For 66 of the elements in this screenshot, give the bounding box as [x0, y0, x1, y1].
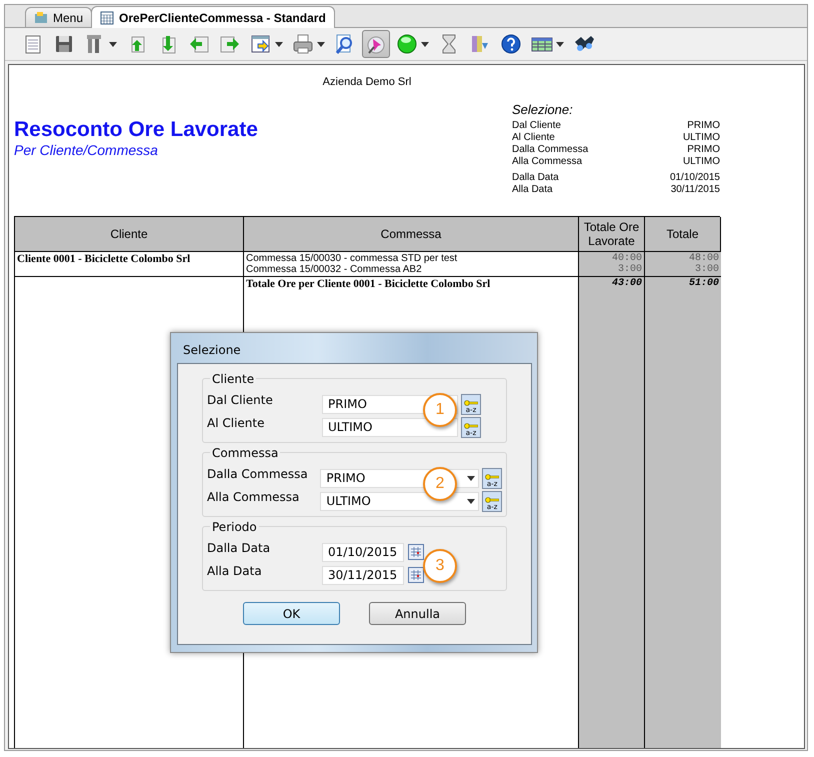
- selection-label: Al Cliente: [512, 132, 555, 144]
- caret-icon: [467, 476, 476, 480]
- field-label: Dal Cliente: [207, 393, 274, 407]
- callout-number: 3: [423, 549, 457, 583]
- menu-icon: [34, 10, 48, 24]
- selection-value: 30/11/2015: [670, 184, 720, 196]
- selection-value: ULTIMO: [682, 156, 720, 168]
- selection-label: Alla Data: [512, 184, 553, 196]
- calendar-icon[interactable]: [408, 544, 424, 560]
- column-header: Cliente: [15, 217, 244, 252]
- dialog-button[interactable]: Annulla: [369, 602, 466, 625]
- dialog-button[interactable]: OK: [243, 602, 340, 625]
- key-icon: [464, 422, 478, 428]
- selection-value: PRIMO: [687, 120, 720, 132]
- selection-value: PRIMO: [687, 144, 720, 156]
- column-header: Totale Ore Lavorate: [579, 217, 645, 252]
- field-label: Dalla Commessa: [207, 467, 309, 481]
- column-header: Totale: [645, 217, 721, 252]
- job-name: Commessa 15/00030 - commessa STD per test: [246, 253, 458, 264]
- tab[interactable]: Menu: [25, 7, 92, 27]
- total-label: Totale Ore per Cliente 0001 - Biciclette Colombo Srl: [246, 278, 492, 290]
- group-legend: Periodo: [210, 520, 259, 534]
- report-title: Resoconto Ore Lavorate: [14, 118, 258, 142]
- job-name: Commessa 15/00032 - Commessa AB2: [246, 264, 423, 275]
- calculator-icon: [100, 10, 114, 24]
- caret-icon: [317, 42, 325, 46]
- field-label: Dalla Data: [207, 541, 272, 555]
- total-value: 48:00: [688, 253, 719, 264]
- selection-value: ULTIMO: [682, 132, 720, 144]
- dialog-title: Selezione: [183, 343, 241, 357]
- grand-total: 51:00: [688, 278, 719, 289]
- selection-label: Dal Cliente: [512, 120, 561, 132]
- calendar-icon[interactable]: [408, 567, 424, 583]
- caret-icon: [109, 42, 117, 46]
- report-subtitle: Per Cliente/Commessa: [14, 142, 159, 158]
- caret-icon: [421, 42, 429, 46]
- selection-label: Alla Commessa: [512, 156, 582, 168]
- caret-icon: [556, 42, 564, 46]
- field-label: Alla Data: [207, 564, 263, 578]
- company-name: Azienda Demo Srl: [322, 76, 412, 88]
- date-field[interactable]: 01/10/2015: [322, 542, 404, 562]
- column-header: Commessa: [244, 217, 579, 252]
- hours-value: 40:00: [610, 253, 642, 264]
- circle-icon: [396, 33, 418, 55]
- field-label: Alla Commessa: [207, 490, 300, 504]
- help-icon: [500, 33, 522, 55]
- field-label: Al Cliente: [207, 416, 266, 430]
- input-field[interactable]: ULTIMO: [322, 418, 458, 436]
- printer-icon: [292, 33, 314, 55]
- selection-label: Dalla Commessa: [512, 144, 588, 156]
- hours-total: 43:00: [610, 278, 642, 289]
- selection-label: Dalla Data: [512, 172, 559, 184]
- key-icon: [464, 400, 478, 406]
- hours-value: 3:00: [616, 264, 642, 275]
- group-legend: Commessa: [210, 446, 280, 460]
- date-field[interactable]: 30/11/2015: [322, 566, 404, 584]
- key-icon: [485, 474, 500, 480]
- client-name: Cliente 0001 - Biciclette Colombo Srl: [17, 253, 192, 265]
- caret-icon: [275, 42, 283, 46]
- tab[interactable]: OrePerClienteCommessa - Standard: [91, 6, 335, 28]
- total-value: 3:00: [694, 264, 719, 275]
- selection-value: 01/10/2015: [670, 172, 720, 184]
- selection-heading: Selezione:: [512, 102, 574, 117]
- caret-icon: [467, 498, 476, 504]
- key-icon: [485, 496, 500, 502]
- group-legend: Cliente: [210, 372, 256, 386]
